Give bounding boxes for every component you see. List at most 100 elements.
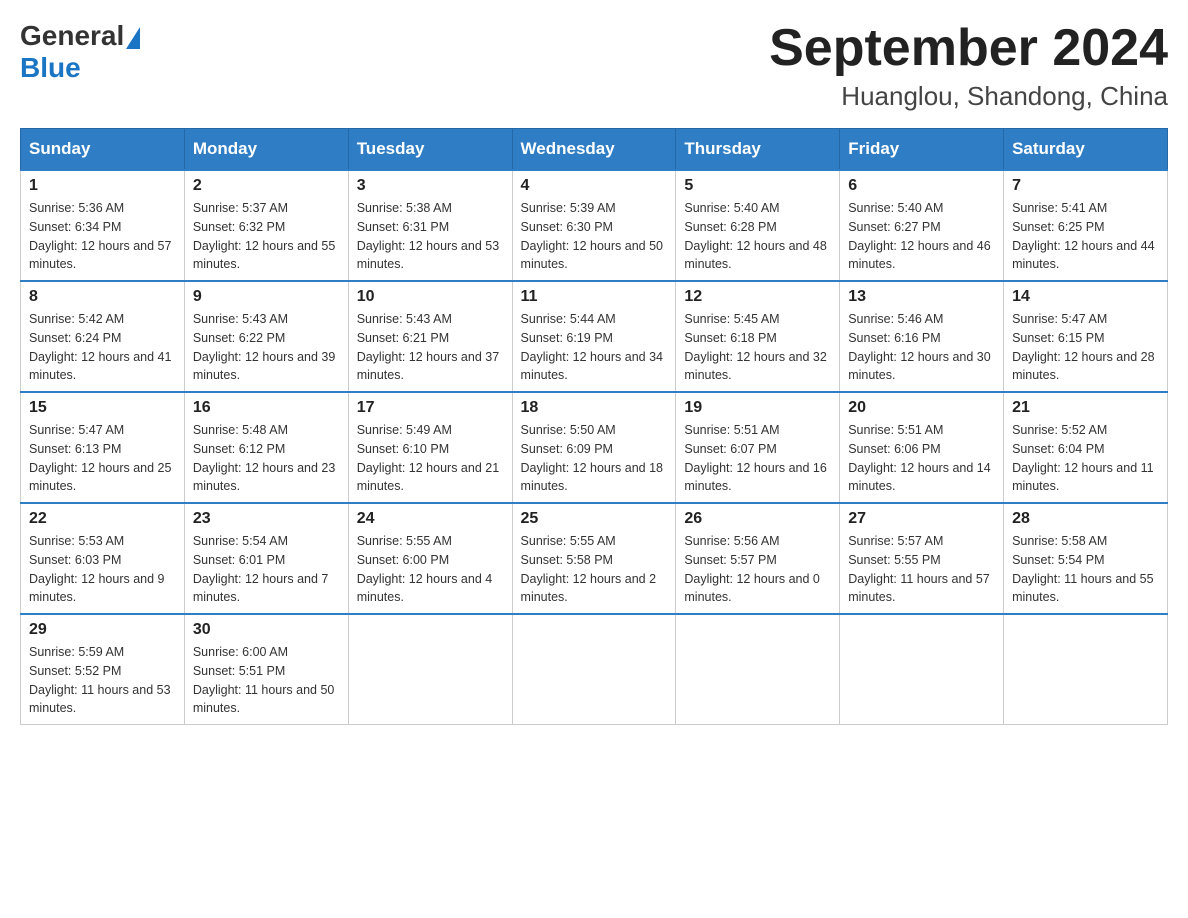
day-info: Sunrise: 5:52 AMSunset: 6:04 PMDaylight:… bbox=[1012, 421, 1159, 496]
day-cell: 10 Sunrise: 5:43 AMSunset: 6:21 PMDaylig… bbox=[348, 281, 512, 392]
day-number: 11 bbox=[521, 288, 668, 306]
logo-blue-text: Blue bbox=[20, 52, 81, 84]
header-friday: Friday bbox=[840, 129, 1004, 171]
day-cell: 29 Sunrise: 5:59 AMSunset: 5:52 PMDaylig… bbox=[21, 614, 185, 725]
day-cell: 18 Sunrise: 5:50 AMSunset: 6:09 PMDaylig… bbox=[512, 392, 676, 503]
day-cell: 26 Sunrise: 5:56 AMSunset: 5:57 PMDaylig… bbox=[676, 503, 840, 614]
calendar-title: September 2024 bbox=[769, 20, 1168, 77]
day-cell: 13 Sunrise: 5:46 AMSunset: 6:16 PMDaylig… bbox=[840, 281, 1004, 392]
day-cell: 23 Sunrise: 5:54 AMSunset: 6:01 PMDaylig… bbox=[184, 503, 348, 614]
day-number: 1 bbox=[29, 177, 176, 195]
day-info: Sunrise: 5:53 AMSunset: 6:03 PMDaylight:… bbox=[29, 532, 176, 607]
header-thursday: Thursday bbox=[676, 129, 840, 171]
day-info: Sunrise: 5:36 AMSunset: 6:34 PMDaylight:… bbox=[29, 199, 176, 274]
day-number: 9 bbox=[193, 288, 340, 306]
day-number: 6 bbox=[848, 177, 995, 195]
day-cell: 25 Sunrise: 5:55 AMSunset: 5:58 PMDaylig… bbox=[512, 503, 676, 614]
day-number: 20 bbox=[848, 399, 995, 417]
day-number: 24 bbox=[357, 510, 504, 528]
day-info: Sunrise: 5:39 AMSunset: 6:30 PMDaylight:… bbox=[521, 199, 668, 274]
day-cell: 6 Sunrise: 5:40 AMSunset: 6:27 PMDayligh… bbox=[840, 170, 1004, 281]
day-cell: 4 Sunrise: 5:39 AMSunset: 6:30 PMDayligh… bbox=[512, 170, 676, 281]
day-info: Sunrise: 6:00 AMSunset: 5:51 PMDaylight:… bbox=[193, 643, 340, 718]
day-info: Sunrise: 5:40 AMSunset: 6:27 PMDaylight:… bbox=[848, 199, 995, 274]
day-cell bbox=[348, 614, 512, 725]
page-header: General Blue September 2024 Huanglou, Sh… bbox=[20, 20, 1168, 112]
day-cell bbox=[1004, 614, 1168, 725]
day-cell: 16 Sunrise: 5:48 AMSunset: 6:12 PMDaylig… bbox=[184, 392, 348, 503]
day-cell: 20 Sunrise: 5:51 AMSunset: 6:06 PMDaylig… bbox=[840, 392, 1004, 503]
logo: General Blue bbox=[20, 20, 140, 84]
day-number: 5 bbox=[684, 177, 831, 195]
day-number: 12 bbox=[684, 288, 831, 306]
day-number: 2 bbox=[193, 177, 340, 195]
day-info: Sunrise: 5:54 AMSunset: 6:01 PMDaylight:… bbox=[193, 532, 340, 607]
day-cell bbox=[512, 614, 676, 725]
day-cell: 11 Sunrise: 5:44 AMSunset: 6:19 PMDaylig… bbox=[512, 281, 676, 392]
day-info: Sunrise: 5:47 AMSunset: 6:13 PMDaylight:… bbox=[29, 421, 176, 496]
day-number: 3 bbox=[357, 177, 504, 195]
day-cell: 9 Sunrise: 5:43 AMSunset: 6:22 PMDayligh… bbox=[184, 281, 348, 392]
day-number: 19 bbox=[684, 399, 831, 417]
day-info: Sunrise: 5:59 AMSunset: 5:52 PMDaylight:… bbox=[29, 643, 176, 718]
day-number: 23 bbox=[193, 510, 340, 528]
day-info: Sunrise: 5:55 AMSunset: 6:00 PMDaylight:… bbox=[357, 532, 504, 607]
day-number: 7 bbox=[1012, 177, 1159, 195]
day-number: 16 bbox=[193, 399, 340, 417]
day-number: 28 bbox=[1012, 510, 1159, 528]
day-info: Sunrise: 5:57 AMSunset: 5:55 PMDaylight:… bbox=[848, 532, 995, 607]
day-number: 8 bbox=[29, 288, 176, 306]
week-row-2: 15 Sunrise: 5:47 AMSunset: 6:13 PMDaylig… bbox=[21, 392, 1168, 503]
day-cell: 14 Sunrise: 5:47 AMSunset: 6:15 PMDaylig… bbox=[1004, 281, 1168, 392]
day-cell: 30 Sunrise: 6:00 AMSunset: 5:51 PMDaylig… bbox=[184, 614, 348, 725]
day-info: Sunrise: 5:43 AMSunset: 6:22 PMDaylight:… bbox=[193, 310, 340, 385]
day-number: 26 bbox=[684, 510, 831, 528]
day-number: 4 bbox=[521, 177, 668, 195]
header-wednesday: Wednesday bbox=[512, 129, 676, 171]
week-row-4: 29 Sunrise: 5:59 AMSunset: 5:52 PMDaylig… bbox=[21, 614, 1168, 725]
day-cell: 3 Sunrise: 5:38 AMSunset: 6:31 PMDayligh… bbox=[348, 170, 512, 281]
day-info: Sunrise: 5:51 AMSunset: 6:07 PMDaylight:… bbox=[684, 421, 831, 496]
day-number: 10 bbox=[357, 288, 504, 306]
calendar-table: SundayMondayTuesdayWednesdayThursdayFrid… bbox=[20, 128, 1168, 725]
day-number: 29 bbox=[29, 621, 176, 639]
logo-general-text: General bbox=[20, 20, 124, 52]
week-row-0: 1 Sunrise: 5:36 AMSunset: 6:34 PMDayligh… bbox=[21, 170, 1168, 281]
day-cell bbox=[676, 614, 840, 725]
day-cell: 17 Sunrise: 5:49 AMSunset: 6:10 PMDaylig… bbox=[348, 392, 512, 503]
day-cell: 21 Sunrise: 5:52 AMSunset: 6:04 PMDaylig… bbox=[1004, 392, 1168, 503]
header-tuesday: Tuesday bbox=[348, 129, 512, 171]
day-cell: 19 Sunrise: 5:51 AMSunset: 6:07 PMDaylig… bbox=[676, 392, 840, 503]
day-cell: 22 Sunrise: 5:53 AMSunset: 6:03 PMDaylig… bbox=[21, 503, 185, 614]
day-info: Sunrise: 5:49 AMSunset: 6:10 PMDaylight:… bbox=[357, 421, 504, 496]
day-info: Sunrise: 5:45 AMSunset: 6:18 PMDaylight:… bbox=[684, 310, 831, 385]
day-number: 13 bbox=[848, 288, 995, 306]
header-saturday: Saturday bbox=[1004, 129, 1168, 171]
day-cell: 7 Sunrise: 5:41 AMSunset: 6:25 PMDayligh… bbox=[1004, 170, 1168, 281]
day-info: Sunrise: 5:56 AMSunset: 5:57 PMDaylight:… bbox=[684, 532, 831, 607]
day-number: 22 bbox=[29, 510, 176, 528]
day-number: 30 bbox=[193, 621, 340, 639]
day-number: 18 bbox=[521, 399, 668, 417]
day-cell: 28 Sunrise: 5:58 AMSunset: 5:54 PMDaylig… bbox=[1004, 503, 1168, 614]
day-info: Sunrise: 5:58 AMSunset: 5:54 PMDaylight:… bbox=[1012, 532, 1159, 607]
calendar-subtitle: Huanglou, Shandong, China bbox=[769, 81, 1168, 112]
day-cell: 27 Sunrise: 5:57 AMSunset: 5:55 PMDaylig… bbox=[840, 503, 1004, 614]
day-cell: 24 Sunrise: 5:55 AMSunset: 6:00 PMDaylig… bbox=[348, 503, 512, 614]
day-cell: 5 Sunrise: 5:40 AMSunset: 6:28 PMDayligh… bbox=[676, 170, 840, 281]
day-info: Sunrise: 5:46 AMSunset: 6:16 PMDaylight:… bbox=[848, 310, 995, 385]
day-info: Sunrise: 5:44 AMSunset: 6:19 PMDaylight:… bbox=[521, 310, 668, 385]
day-info: Sunrise: 5:47 AMSunset: 6:15 PMDaylight:… bbox=[1012, 310, 1159, 385]
week-row-1: 8 Sunrise: 5:42 AMSunset: 6:24 PMDayligh… bbox=[21, 281, 1168, 392]
day-cell: 8 Sunrise: 5:42 AMSunset: 6:24 PMDayligh… bbox=[21, 281, 185, 392]
day-info: Sunrise: 5:42 AMSunset: 6:24 PMDaylight:… bbox=[29, 310, 176, 385]
calendar-header: SundayMondayTuesdayWednesdayThursdayFrid… bbox=[21, 129, 1168, 171]
day-info: Sunrise: 5:38 AMSunset: 6:31 PMDaylight:… bbox=[357, 199, 504, 274]
header-monday: Monday bbox=[184, 129, 348, 171]
header-sunday: Sunday bbox=[21, 129, 185, 171]
day-info: Sunrise: 5:51 AMSunset: 6:06 PMDaylight:… bbox=[848, 421, 995, 496]
day-cell bbox=[840, 614, 1004, 725]
day-number: 17 bbox=[357, 399, 504, 417]
day-number: 14 bbox=[1012, 288, 1159, 306]
day-cell: 12 Sunrise: 5:45 AMSunset: 6:18 PMDaylig… bbox=[676, 281, 840, 392]
